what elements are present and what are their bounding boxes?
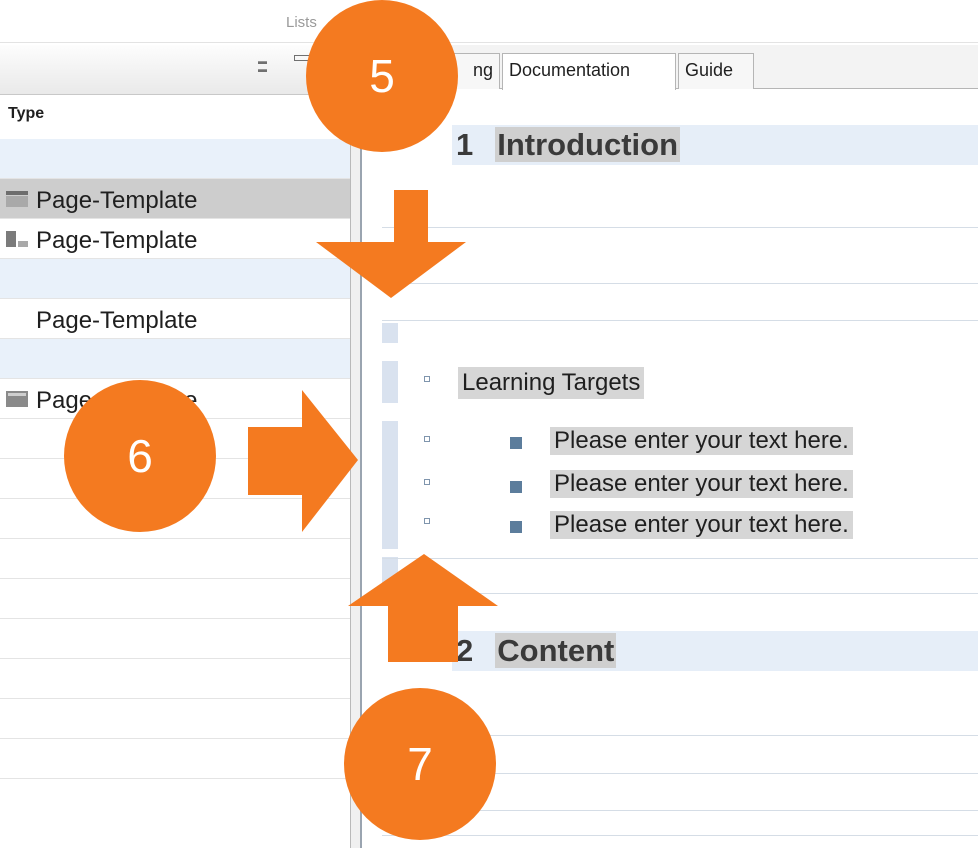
arrow-right-icon xyxy=(248,390,358,532)
arrow-up-icon xyxy=(348,554,498,662)
callout-6: 6 xyxy=(64,380,216,532)
callout-5: 5 xyxy=(306,0,458,152)
callout-7: 7 xyxy=(344,688,496,840)
arrow-down-icon xyxy=(316,190,466,298)
